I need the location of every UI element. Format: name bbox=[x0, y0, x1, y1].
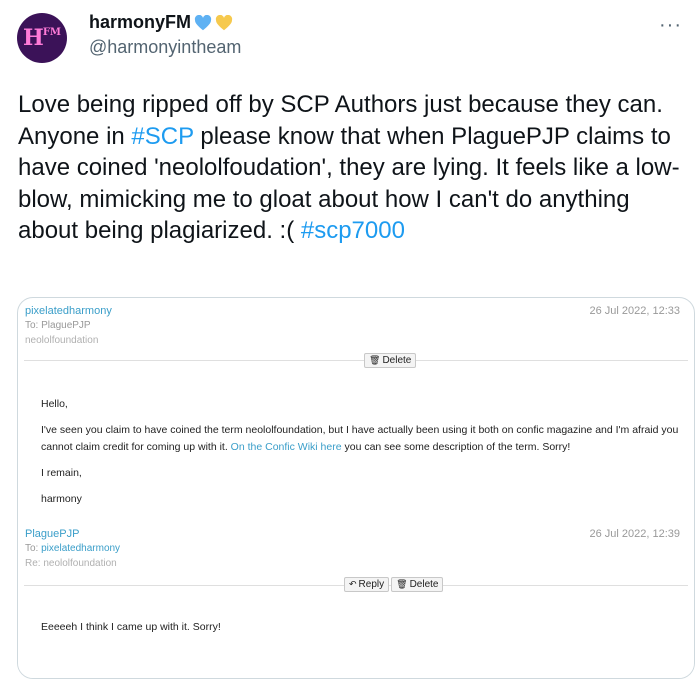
avatar[interactable]: H FM bbox=[17, 13, 67, 63]
delete-button[interactable]: 🗑 Delete bbox=[391, 577, 444, 592]
blue-heart-icon bbox=[194, 14, 212, 30]
hashtag-scp[interactable]: #SCP bbox=[131, 123, 193, 150]
pm-sender: PlaguePJP bbox=[25, 528, 80, 540]
reply-button[interactable]: ↶ Reply bbox=[344, 577, 390, 592]
more-options-icon[interactable]: ··· bbox=[659, 14, 682, 37]
yellow-heart-icon bbox=[215, 14, 233, 30]
display-name[interactable]: harmonyFM bbox=[89, 12, 233, 33]
image-fade bbox=[18, 646, 694, 678]
hashtag-scp7000[interactable]: #scp7000 bbox=[301, 217, 405, 244]
pm-date: 26 Jul 2022, 12:39 bbox=[589, 528, 680, 540]
pm-actions: 🗑 Delete bbox=[364, 353, 417, 368]
pm-body: Hello, I've seen you claim to have coine… bbox=[41, 398, 679, 505]
trash-icon: 🗑 bbox=[396, 579, 408, 589]
tweet: H FM harmonyFM @harmonyintheam ··· Love b… bbox=[0, 0, 700, 679]
divider bbox=[24, 360, 688, 361]
user-handle[interactable]: @harmonyintheam bbox=[89, 37, 241, 58]
pm-subject: Re: neololfoundation bbox=[25, 558, 117, 569]
attached-image[interactable]: pixelatedharmony To: PlaguePJP neololfou… bbox=[17, 297, 695, 679]
pm-recipient: To: PlaguePJP bbox=[25, 320, 91, 331]
pm-date: 26 Jul 2022, 12:33 bbox=[589, 305, 680, 317]
delete-button[interactable]: 🗑 Delete bbox=[364, 353, 417, 368]
reply-arrow-icon: ↶ bbox=[349, 579, 357, 589]
trash-icon: 🗑 bbox=[369, 355, 381, 365]
pm-recipient-link[interactable]: pixelatedharmony bbox=[41, 543, 120, 554]
confic-wiki-link[interactable]: On the Confic Wiki here bbox=[231, 441, 342, 453]
tweet-text: Love being ripped off by SCP Authors jus… bbox=[18, 91, 680, 244]
pm-body: Eeeeeh I think I came up with it. Sorry! bbox=[41, 621, 221, 633]
pm-recipient: To: pixelatedharmony bbox=[25, 543, 121, 554]
pm-sender: pixelatedharmony bbox=[25, 305, 112, 317]
pm-actions: ↶ Reply 🗑 Delete bbox=[344, 577, 444, 592]
pm-subject: neololfoundation bbox=[25, 335, 99, 346]
